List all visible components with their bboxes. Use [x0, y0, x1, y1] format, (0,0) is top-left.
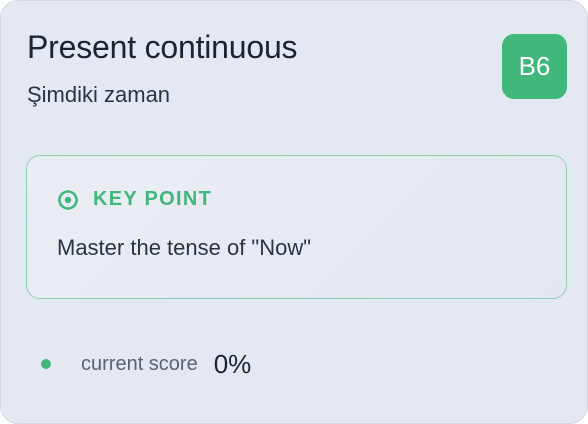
- score-row: current score 0%: [41, 347, 251, 381]
- score-value: 0%: [213, 348, 252, 379]
- lesson-subtitle: Şimdiki zaman: [27, 82, 171, 107]
- key-point-box: KEY POINT Master the tense of "Now": [26, 155, 567, 299]
- key-point-label: KEY POINT: [93, 188, 213, 210]
- target-icon: [57, 189, 79, 211]
- score-label: current score: [81, 352, 198, 375]
- lesson-title: Present continuous: [27, 29, 298, 65]
- key-point-header: KEY POINT: [57, 188, 212, 211]
- lesson-card[interactable]: Present continuous Şimdiki zaman B6 KEY …: [0, 0, 588, 424]
- status-dot: [41, 359, 51, 369]
- key-point-text: Master the tense of "Now": [57, 235, 312, 260]
- level-badge: B6: [502, 34, 567, 99]
